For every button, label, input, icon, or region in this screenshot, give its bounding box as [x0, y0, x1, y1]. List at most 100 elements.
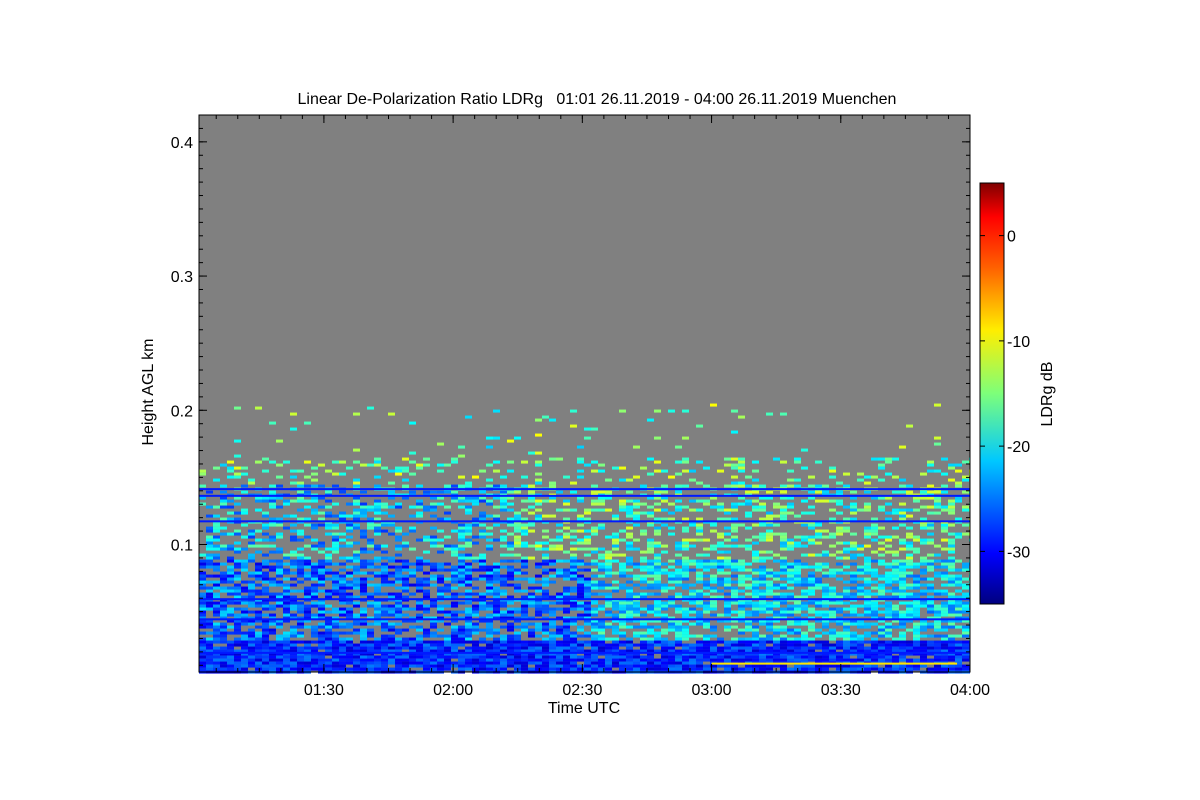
heatmap-cell: [955, 646, 962, 650]
heatmap-cell: [871, 550, 878, 554]
heatmap-cell: [514, 541, 521, 545]
heatmap-cell: [353, 556, 360, 560]
heatmap-cell: [661, 544, 668, 548]
heatmap-cell: [696, 559, 703, 563]
heatmap-cell: [892, 559, 899, 563]
heatmap-cell: [710, 589, 717, 593]
heatmap-cell: [738, 496, 745, 500]
heatmap-cell: [836, 562, 843, 566]
heatmap-cell: [675, 445, 682, 449]
heatmap-cell: [199, 484, 206, 488]
heatmap-cell: [430, 640, 437, 644]
heatmap-cell: [906, 565, 913, 569]
heatmap-cell: [276, 643, 283, 647]
heatmap-cell: [962, 577, 969, 581]
heatmap-cell: [745, 625, 752, 629]
heatmap-cell: [591, 559, 598, 563]
heatmap-cell: [255, 661, 262, 665]
heatmap-cell: [262, 607, 269, 611]
heatmap-cell: [633, 610, 640, 614]
heatmap-cell: [493, 643, 500, 647]
heatmap-cell: [850, 595, 857, 599]
heatmap-cell: [962, 634, 969, 638]
heatmap-cell: [472, 643, 479, 647]
heatmap-cell: [955, 664, 962, 668]
heatmap-cell: [780, 538, 787, 542]
heatmap-cell: [220, 574, 227, 578]
heatmap-cell: [297, 556, 304, 560]
heatmap-cell: [402, 646, 409, 650]
heatmap-cell: [710, 643, 717, 647]
heatmap-cell: [682, 529, 689, 533]
heatmap-cell: [388, 532, 395, 536]
heatmap-cell: [927, 604, 934, 608]
heatmap-cell: [738, 655, 745, 659]
heatmap-cell: [374, 523, 381, 527]
heatmap-cell: [745, 538, 752, 542]
heatmap-cell: [787, 646, 794, 650]
heatmap-cell: [850, 643, 857, 647]
heatmap-cell: [234, 628, 241, 632]
heatmap-cell: [899, 580, 906, 584]
heatmap-cell: [584, 661, 591, 665]
heatmap-cell: [745, 658, 752, 662]
heatmap-cell: [850, 586, 857, 590]
heatmap-cell: [906, 601, 913, 605]
heatmap-cell: [815, 601, 822, 605]
heatmap-cell: [787, 496, 794, 500]
heatmap-cell: [458, 592, 465, 596]
heatmap-cell: [535, 625, 542, 629]
heatmap-cell: [381, 550, 388, 554]
heatmap-cell: [367, 667, 374, 671]
heatmap-cell: [241, 586, 248, 590]
heatmap-cell: [493, 601, 500, 605]
heatmap-cell: [514, 526, 521, 530]
heatmap-cell: [269, 661, 276, 665]
heatmap-cell: [213, 646, 220, 650]
heatmap-cell: [297, 634, 304, 638]
heatmap-cell: [962, 601, 969, 605]
heatmap-cell: [654, 658, 661, 662]
heatmap-cell: [626, 499, 633, 503]
heatmap-cell: [780, 568, 787, 572]
heatmap-cell: [472, 502, 479, 506]
heatmap-cell: [738, 595, 745, 599]
heatmap-cell: [234, 496, 241, 500]
heatmap-cell: [654, 613, 661, 617]
heatmap-cell: [857, 583, 864, 587]
heatmap-cell: [689, 544, 696, 548]
heatmap-cell: [710, 664, 717, 668]
heatmap-cell: [829, 646, 836, 650]
heatmap-cell: [479, 529, 486, 533]
heatmap-cell: [885, 577, 892, 581]
heatmap-cell: [374, 502, 381, 506]
heatmap-cell: [885, 631, 892, 635]
heatmap-cell: [822, 529, 829, 533]
heatmap-cell: [213, 661, 220, 665]
heatmap-cell: [402, 580, 409, 584]
heatmap-cell: [535, 481, 542, 485]
heatmap-cell: [822, 583, 829, 587]
heatmap-cell: [416, 568, 423, 572]
heatmap-cell: [472, 664, 479, 668]
heatmap-cell: [766, 604, 773, 608]
heatmap-cell: [850, 553, 857, 557]
heatmap-cell: [731, 565, 738, 569]
heatmap-cell: [360, 661, 367, 665]
heatmap-cell: [927, 490, 934, 494]
heatmap-cell: [535, 478, 542, 482]
heatmap-cell: [787, 547, 794, 551]
heatmap-cell: [465, 607, 472, 611]
heatmap-cell: [822, 643, 829, 647]
heatmap-cell: [864, 622, 871, 626]
heatmap-cell: [297, 496, 304, 500]
heatmap-cell: [381, 568, 388, 572]
heatmap-cell: [423, 661, 430, 665]
heatmap-cell: [682, 655, 689, 659]
heatmap-cell: [500, 640, 507, 644]
heatmap-cell: [654, 604, 661, 608]
heatmap-cell: [829, 586, 836, 590]
heatmap-cell: [738, 469, 745, 473]
heatmap-cell: [878, 631, 885, 635]
heatmap-cell: [948, 625, 955, 629]
